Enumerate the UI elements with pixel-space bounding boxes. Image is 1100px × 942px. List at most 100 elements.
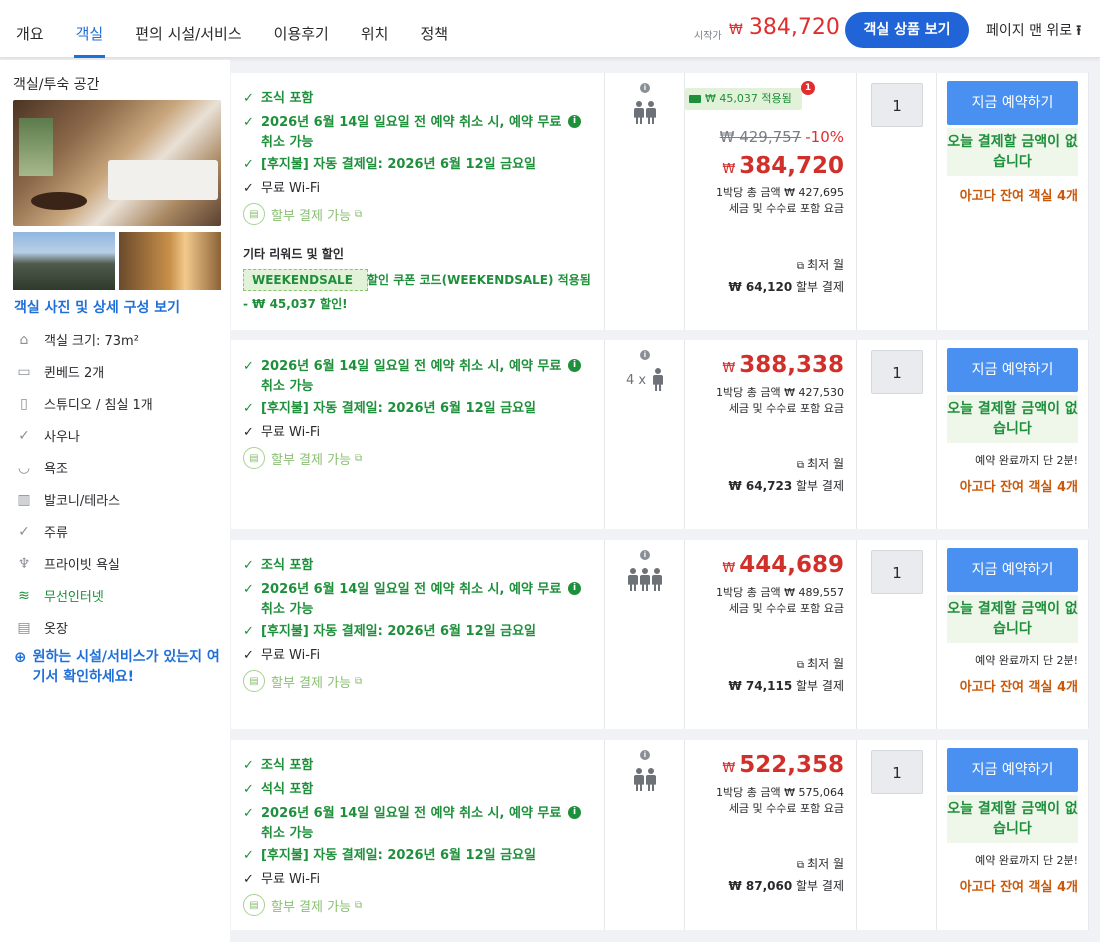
benefit-item: ✓ 조식 포함 — [243, 756, 593, 776]
info-icon[interactable]: i — [568, 359, 581, 372]
feature-label: 옷장 — [44, 622, 68, 637]
installment-link[interactable]: ▤ 할부 결제 가능 ⧉ — [243, 894, 362, 916]
original-price: ₩ 429,757 -10% — [720, 128, 844, 146]
room-section-title: 객실/투숙 공간 — [13, 77, 100, 93]
quantity-column: 1 — [857, 540, 937, 729]
view-room-deals-button[interactable]: 객실 상품 보기 — [845, 12, 969, 48]
benefit-item: ✓ [후지불] 자동 결제일: 2026년 6월 12일 금요일 — [243, 155, 593, 175]
benefits-column: ✓ 조식 포함 ✓ 2026년 6월 14일 일요일 전 예약 취소 시, 예약 무… — [231, 73, 605, 330]
feature-label: 스튜디오 / 침실 1개 — [44, 398, 153, 413]
feature-label: 프라이빗 욕실 — [44, 558, 120, 573]
tab-policy[interactable]: 정책 — [404, 0, 464, 58]
per-night-label: 1박당 총 금액 — [716, 786, 781, 799]
other-rewards-label: 기타 리워드 및 할인 — [243, 247, 344, 261]
monthly-label: 최저 월 — [807, 657, 844, 671]
per-night-label: 1박당 총 금액 — [716, 186, 781, 199]
info-icon[interactable]: i — [640, 83, 650, 93]
info-icon[interactable]: i — [640, 350, 650, 360]
currency-symbol: ₩ — [722, 162, 736, 177]
person-icon — [646, 101, 656, 125]
feature-private-bath: ♆ 프라이빗 욕실 — [14, 554, 120, 574]
book-now-button[interactable]: 지금 예약하기 — [947, 348, 1078, 392]
occupancy-column: i — [605, 740, 685, 930]
benefit-item: ✓ 2026년 6월 14일 일요일 전 예약 취소 시, 예약 무료 취소 가능… — [243, 804, 593, 844]
benefit-text: 무료 Wi-Fi — [261, 872, 321, 887]
balcony-icon: ▥ — [17, 491, 31, 508]
bathtub-icon: ◡ — [17, 459, 31, 476]
person-icon — [640, 568, 650, 592]
room-offer-3: ✓ 조식 포함 ✓ 2026년 6월 14일 일요일 전 예약 취소 시, 예약 무… — [231, 540, 1089, 729]
benefit-item: ✓ 조식 포함 — [243, 556, 593, 576]
price-column: ₩444,689 1박당 총 금액 ₩ 489,557 세금 및 수수료 포함 요… — [685, 540, 857, 729]
room-price-value: 522,358 — [739, 752, 844, 778]
external-link-icon: ⧉ — [796, 261, 805, 272]
price-column: ₩388,338 1박당 총 금액 ₩ 427,530 세금 및 수수료 포함 요… — [685, 340, 857, 529]
room-price-value: 388,338 — [739, 352, 844, 378]
benefit-text: 무료 Wi-Fi — [261, 648, 321, 663]
info-icon[interactable]: i — [568, 582, 581, 595]
coupon-discount-text: - ₩ 45,037 할인! — [243, 297, 348, 311]
tab-rooms[interactable]: 객실 — [60, 0, 120, 58]
external-link-icon: ⧉ — [355, 899, 363, 911]
benefit-item: ✓ 석식 포함 — [243, 780, 593, 800]
book-now-button[interactable]: 지금 예약하기 — [947, 548, 1078, 592]
room-quantity-select[interactable]: 1 — [871, 550, 923, 594]
price-note: 1박당 총 금액 ₩ 427,530 세금 및 수수료 포함 요금 — [716, 385, 844, 417]
plus-circle-icon: ⊕ — [14, 648, 27, 666]
tab-location[interactable]: 위치 — [345, 0, 405, 58]
tab-facilities[interactable]: 편의 시설/서비스 — [119, 0, 257, 58]
tab-reviews[interactable]: 이용후기 — [258, 0, 345, 58]
installment-link[interactable]: ▤ 할부 결제 가능 ⧉ — [243, 447, 362, 469]
rooms-left-note: 아고다 잔여 객실 4개 — [959, 189, 1078, 204]
benefit-item: ✓ 2026년 6월 14일 일요일 전 예약 취소 시, 예약 무료 취소 가능… — [243, 357, 593, 397]
info-icon[interactable]: i — [568, 806, 581, 819]
price-note: 1박당 총 금액 ₩ 427,695 세금 및 수수료 포함 요금 — [716, 185, 844, 217]
check-icon: ✓ — [243, 782, 254, 797]
benefit-text: 석식 포함 — [261, 782, 314, 797]
installment-link[interactable]: ▤ 할부 결제 가능 ⧉ — [243, 670, 362, 692]
info-icon[interactable]: i — [640, 750, 650, 760]
rooms-left-note: 아고다 잔여 객실 4개 — [959, 880, 1078, 895]
bed-icon: ▭ — [17, 363, 31, 380]
room-price: ₩444,689 — [722, 552, 844, 578]
monthly-amount: ₩ 64,723 — [728, 479, 793, 493]
benefit-text: 조식 포함 — [261, 558, 314, 573]
pay-later-note: 오늘 결제할 금액이 없습니다 — [947, 795, 1078, 843]
info-icon[interactable]: i — [568, 115, 581, 128]
installment-icon: ▤ — [243, 203, 265, 225]
benefit-text: 2026년 6월 14일 일요일 전 예약 취소 시, 예약 무료 취소 가능 — [261, 359, 562, 394]
room-quantity-select[interactable]: 1 — [871, 750, 923, 794]
installment-link[interactable]: ▤ 할부 결제 가능 ⧉ — [243, 203, 362, 225]
benefit-item: ✓ 무료 Wi-Fi — [243, 179, 593, 199]
installment-label: 할부 결제 가능 — [271, 208, 352, 224]
facility-check-link[interactable]: ⊕ 원하는 시설/서비스가 있는지 여기서 확인하세요! — [14, 647, 224, 687]
feature-alcohol: ✓ 주류 — [14, 522, 68, 542]
info-icon[interactable]: i — [640, 550, 650, 560]
price-column: ₩ 45,037 적용됨 1 ₩ 429,757 -10% ₩384,720 1박… — [685, 73, 857, 330]
benefits-column: ✓ 2026년 6월 14일 일요일 전 예약 취소 시, 예약 무료 취소 가능… — [231, 340, 605, 529]
monthly-suffix: 할부 결제 — [796, 879, 844, 893]
booking-column: 지금 예약하기 오늘 결제할 금액이 없습니다 예약 완료까지 단 2분! 아고… — [937, 540, 1089, 729]
room-photo-sauna[interactable] — [119, 232, 221, 290]
currency-symbol: ₩ — [722, 361, 736, 376]
room-photos-link[interactable]: 객실 사진 및 상세 구성 보기 — [14, 297, 180, 317]
installment-icon: ▤ — [243, 670, 265, 692]
installment-icon: ▤ — [243, 447, 265, 469]
benefit-text: 무료 Wi-Fi — [261, 425, 321, 440]
book-now-button[interactable]: 지금 예약하기 — [947, 81, 1078, 125]
tab-overview[interactable]: 개요 — [0, 0, 60, 58]
feature-sauna: ✓ 사우나 — [14, 426, 80, 446]
room-quantity-select[interactable]: 1 — [871, 83, 923, 127]
room-photo-exterior[interactable] — [13, 232, 115, 290]
book-now-button[interactable]: 지금 예약하기 — [947, 748, 1078, 792]
room-photo-main[interactable] — [13, 100, 221, 226]
check-icon: ✓ — [243, 91, 254, 106]
monthly-suffix: 할부 결제 — [796, 280, 844, 294]
monthly-suffix: 할부 결제 — [796, 679, 844, 693]
check-icon: ✓ — [243, 401, 254, 416]
person-icon — [652, 568, 662, 592]
room-quantity-select[interactable]: 1 — [871, 350, 923, 394]
back-to-top-link[interactable]: 페이지 맨 위로 ⭱ — [986, 20, 1081, 44]
occupancy-icons — [605, 568, 685, 592]
person-icon — [653, 368, 663, 392]
